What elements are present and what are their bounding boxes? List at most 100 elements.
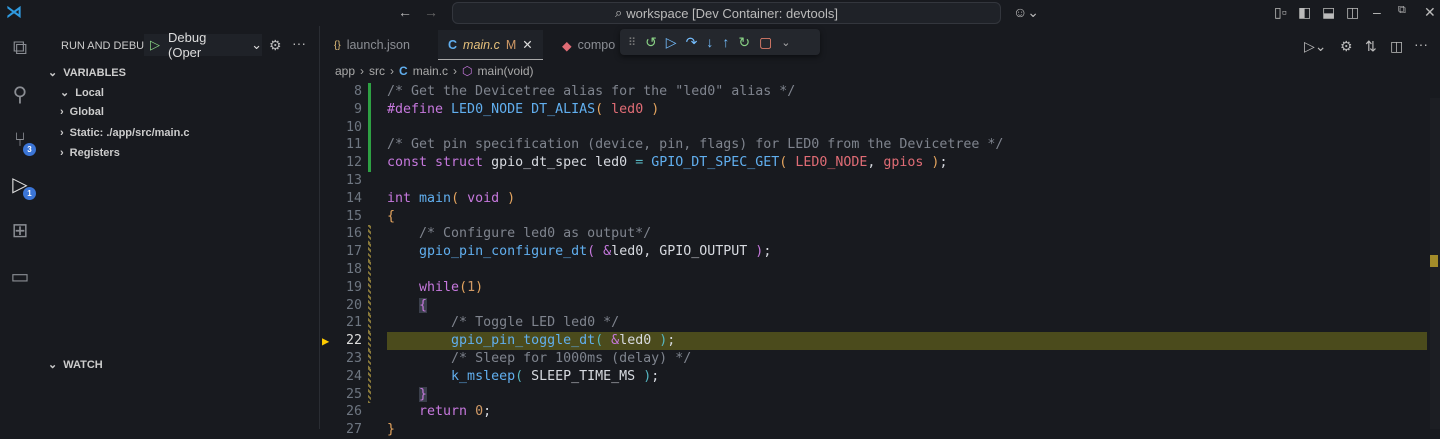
breadcrumb-item[interactable]: app: [335, 64, 355, 78]
chevron-right-icon: ›: [453, 64, 458, 78]
gear-icon[interactable]: ⚙: [1340, 38, 1353, 55]
code-token: /* Configure led0 as output*/: [419, 226, 652, 242]
line-number: 23: [345, 351, 362, 366]
code-line[interactable]: 10: [320, 118, 1420, 137]
code-text: gpio_pin_toggle_dt( &led0 );: [387, 332, 675, 350]
code-line[interactable]: 26 return 0;: [320, 403, 1420, 421]
code-line[interactable]: 8 /* Get the Devicetree alias for the "le…: [320, 83, 1420, 101]
back-arrow-icon[interactable]: ←: [398, 4, 412, 20]
compare-changes-icon[interactable]: ⇅: [1365, 38, 1377, 55]
code-token: k_msleep: [451, 368, 516, 384]
toggle-secondary-sidebar-icon[interactable]: ◫: [1346, 4, 1359, 21]
start-debug-icon[interactable]: ▷: [150, 37, 160, 53]
chevron-down-icon: ⌄: [60, 87, 70, 99]
code-line[interactable]: 13: [320, 172, 1420, 190]
remote-explorer-icon[interactable]: ▭: [6, 262, 34, 290]
breadcrumb-item[interactable]: main(void): [478, 64, 534, 78]
run-debug-icon[interactable]: ▷ 1: [6, 170, 36, 200]
code-line[interactable]: 25 }: [320, 385, 1420, 404]
toggle-primary-sidebar-icon[interactable]: ◧: [1298, 4, 1311, 21]
step-over-icon[interactable]: ↷: [686, 34, 698, 51]
code-token: ;: [483, 404, 492, 420]
code-token: }: [419, 386, 428, 402]
code-line[interactable]: 15 {: [320, 208, 1420, 226]
code-line[interactable]: 17 gpio_pin_configure_dt( &led0, GPIO_OU…: [320, 243, 1420, 261]
split-editor-icon[interactable]: ◫: [1390, 38, 1403, 55]
code-text: return 0;: [387, 403, 491, 421]
tree-item-local[interactable]: ⌄ Local: [60, 86, 104, 100]
variables-section-header[interactable]: ⌄ VARIABLES: [48, 66, 126, 80]
tab-launch-json[interactable]: {} launch.json: [324, 30, 420, 60]
line-number: 20: [345, 297, 362, 313]
chevron-down-icon[interactable]: ⌄: [781, 36, 790, 49]
copilot-icon[interactable]: ☺⌄: [1013, 4, 1039, 21]
continue-icon[interactable]: ▷: [666, 34, 677, 51]
reverse-continue-icon[interactable]: ↺: [645, 34, 657, 51]
code-line[interactable]: 16 /* Configure led0 as output*/: [320, 225, 1420, 244]
watch-section-header[interactable]: ⌄ WATCH: [48, 358, 103, 372]
code-line[interactable]: 27}: [320, 421, 1420, 439]
tab-main-c[interactable]: Cmain.c M ✕: [438, 30, 543, 60]
tree-item-global[interactable]: › Global: [60, 106, 104, 118]
code-line[interactable]: 20 {: [320, 296, 1420, 315]
code-line[interactable]: 14 int main( void ): [320, 190, 1420, 208]
restart-icon[interactable]: ↻: [738, 34, 750, 51]
code-line[interactable]: 18: [320, 261, 1420, 279]
close-window-icon[interactable]: ✕: [1424, 4, 1436, 21]
line-number: 14: [345, 190, 362, 206]
code-token: while: [419, 279, 460, 295]
gear-icon[interactable]: ⚙: [269, 37, 282, 54]
minimize-icon[interactable]: –: [1373, 4, 1381, 20]
restore-icon[interactable]: ⧉: [1398, 4, 1406, 17]
explorer-icon[interactable]: ⧉: [6, 34, 34, 62]
tab-compose[interactable]: ◆ compo: [552, 30, 625, 60]
git-gutter-marker: [368, 332, 371, 350]
code-text: /* Get the Devicetree alias for the "led…: [387, 83, 795, 101]
more-actions-icon[interactable]: ···: [292, 35, 306, 51]
drag-handle-icon[interactable]: ⠿: [628, 36, 636, 49]
code-line[interactable]: 24 k_msleep( SLEEP_TIME_MS );: [320, 367, 1420, 386]
code-line[interactable]: 22 ▶ gpio_pin_toggle_dt( &led0 );: [322, 332, 1427, 350]
code-line[interactable]: 21 /* Toggle LED led0 */: [320, 314, 1420, 333]
code-line[interactable]: 12 const struct gpio_dt_spec led0 = GPIO_…: [320, 154, 1420, 172]
breadcrumb-item[interactable]: src: [369, 64, 385, 78]
code-token: (: [595, 333, 612, 349]
search-view-icon[interactable]: ⚲: [6, 80, 34, 108]
chevron-down-icon: ⌄: [48, 359, 58, 371]
code-text: {: [387, 297, 428, 315]
tree-item-label: Registers: [69, 147, 120, 159]
toggle-panel-icon[interactable]: ⬓: [1322, 4, 1335, 21]
code-token: int: [387, 190, 420, 206]
more-actions-icon[interactable]: ···: [1414, 36, 1428, 52]
vscode-logo-icon: ⋊: [6, 4, 22, 21]
breadcrumb-item[interactable]: main.c: [413, 64, 448, 78]
line-number: 21: [345, 315, 362, 331]
source-control-icon[interactable]: ⑂ 3: [6, 126, 36, 156]
code-line[interactable]: 23 /* Sleep for 1000ms (delay) */: [320, 350, 1420, 368]
forward-arrow-icon[interactable]: →: [424, 4, 438, 20]
code-line[interactable]: 9 #define LED0_NODE DT_ALIAS( led0 ): [320, 100, 1420, 119]
debug-stackframe-icon[interactable]: ▶: [322, 333, 329, 351]
code-token: void: [467, 190, 500, 206]
code-text: #define LED0_NODE DT_ALIAS( led0 ): [387, 101, 659, 119]
stop-icon[interactable]: ▢: [759, 34, 772, 51]
chevron-right-icon: ›: [60, 106, 64, 118]
debug-badge: 1: [23, 187, 36, 200]
code-line[interactable]: 19 while(1): [320, 278, 1420, 297]
step-into-icon[interactable]: ↓: [706, 34, 713, 50]
code-token: ): [475, 279, 484, 295]
step-out-icon[interactable]: ↑: [722, 34, 729, 50]
run-debug-split-icon[interactable]: ▷⌄: [1304, 38, 1327, 55]
command-center-search[interactable]: ⌕ workspace [Dev Container: devtools]: [452, 2, 1001, 24]
tree-item-registers[interactable]: › Registers: [60, 147, 120, 159]
chevron-right-icon: ›: [360, 64, 365, 78]
close-tab-icon[interactable]: ✕: [522, 37, 532, 52]
customize-layout-icon[interactable]: ▯▫: [1274, 4, 1287, 21]
extensions-icon[interactable]: ⊞: [6, 216, 34, 244]
code-line[interactable]: 11 /* Get pin specification (device, pin,…: [320, 136, 1420, 155]
tree-item-static[interactable]: › Static: ./app/src/main.c: [60, 127, 190, 139]
debug-config-select[interactable]: ▷ Debug (Oper ⌄: [144, 30, 262, 60]
